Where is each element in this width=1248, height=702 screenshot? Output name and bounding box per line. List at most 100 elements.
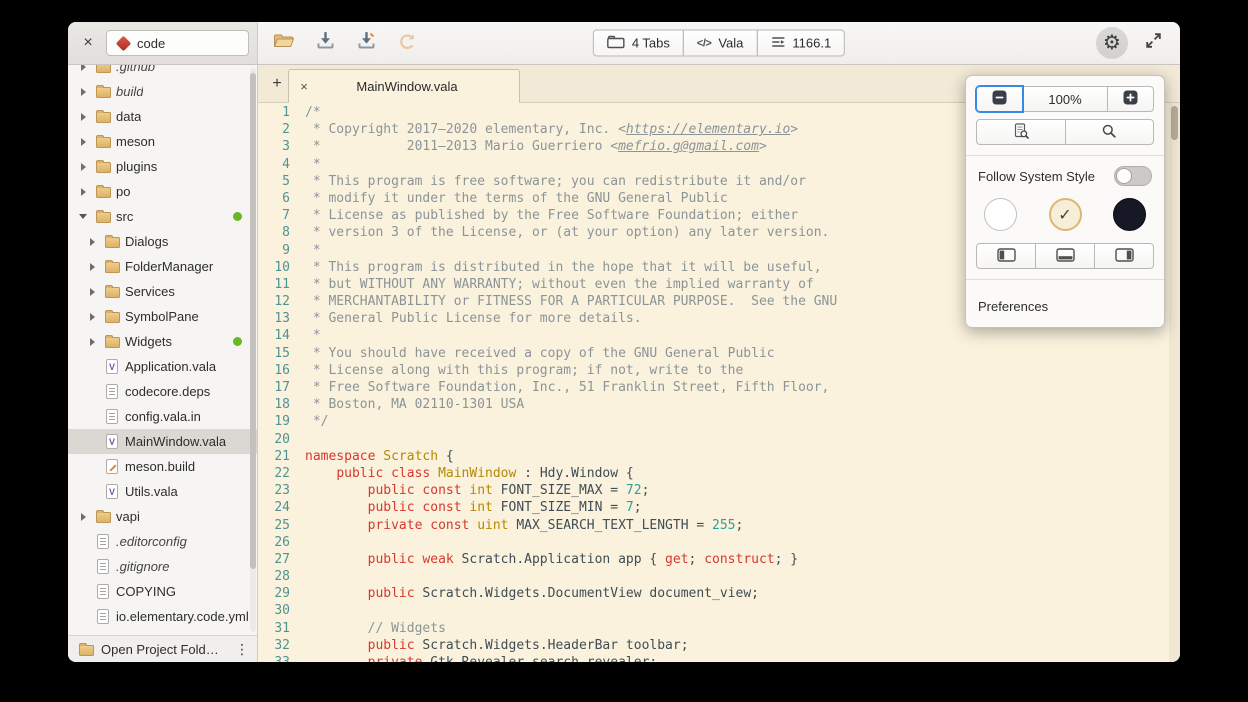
tree-item-copying[interactable]: COPYING	[68, 579, 257, 604]
tree-item-build[interactable]: build	[68, 79, 257, 104]
code-line[interactable]: 15 * You should have received a copy of …	[258, 345, 1180, 362]
toggle-sidebar-left-button[interactable]	[976, 243, 1036, 269]
toggle-sidebar-right-button[interactable]	[1094, 243, 1154, 269]
tree-item-meson-build[interactable]: meson.build	[68, 454, 257, 479]
tab-close-button[interactable]: ×	[295, 79, 313, 94]
tree-item-foldermanager[interactable]: FolderManager	[68, 254, 257, 279]
zoom-out-button[interactable]	[976, 86, 1023, 112]
disclosure-right-icon[interactable]	[85, 338, 99, 346]
code-line[interactable]: 21namespace Scratch {	[258, 448, 1180, 465]
disclosure-right-icon[interactable]	[76, 188, 90, 196]
disclosure-right-icon[interactable]	[85, 238, 99, 246]
disclosure-right-icon[interactable]	[85, 288, 99, 296]
tree-item-utils-vala[interactable]: Utils.vala	[68, 479, 257, 504]
preferences-button[interactable]: Preferences	[976, 290, 1154, 317]
code-line[interactable]: 25 private const uint MAX_SEARCH_TEXT_LE…	[258, 517, 1180, 534]
line-number: 30	[258, 602, 290, 619]
zoom-in-button[interactable]	[1107, 86, 1154, 112]
tree-item-gitignore[interactable]: .gitignore	[68, 554, 257, 579]
code-line[interactable]: 28	[258, 568, 1180, 585]
zoom-controls: 100%	[976, 86, 1154, 112]
style-light-button[interactable]	[984, 198, 1017, 231]
tree-item-codecore-deps[interactable]: codecore.deps	[68, 379, 257, 404]
sidebar-scrollbar-thumb[interactable]	[250, 73, 256, 569]
line-number: 25	[258, 517, 290, 534]
code-text: * This program is free software; you can…	[305, 173, 806, 190]
editor-scrollbar-thumb[interactable]	[1171, 106, 1178, 140]
open-project-folder-button[interactable]: Open Project Folder… ⋮	[68, 635, 257, 662]
disclosure-right-icon[interactable]	[85, 313, 99, 321]
global-search-button[interactable]	[1065, 119, 1155, 145]
code-line[interactable]: 26	[258, 534, 1180, 551]
follow-system-style-switch[interactable]	[1114, 166, 1152, 186]
tree-item-meson[interactable]: meson	[68, 129, 257, 154]
fullscreen-button[interactable]	[1140, 30, 1166, 56]
code-text: * Free Software Foundation, Inc., 51 Fra…	[305, 379, 829, 396]
tree-item-github[interactable]: .github	[68, 65, 257, 79]
disclosure-right-icon[interactable]	[76, 138, 90, 146]
project-menu-button[interactable]: ⋮	[233, 641, 251, 658]
zoom-level-button[interactable]: 100%	[1022, 86, 1108, 112]
sidebar-scrollbar[interactable]	[250, 68, 256, 632]
disclosure-down-icon[interactable]	[76, 214, 90, 219]
code-line[interactable]: 22 public class MainWindow : Hdy.Window …	[258, 465, 1180, 482]
code-line[interactable]: 14 *	[258, 327, 1180, 344]
code-line[interactable]: 19 */	[258, 413, 1180, 430]
find-in-page-button[interactable]	[976, 119, 1066, 145]
tree-item-mainwindow-vala[interactable]: MainWindow.vala	[68, 429, 257, 454]
code-line[interactable]: 29 public Scratch.Widgets.DocumentView d…	[258, 585, 1180, 602]
tree-item-widgets[interactable]: Widgets	[68, 329, 257, 354]
code-line[interactable]: 30	[258, 602, 1180, 619]
tabs-overview-button[interactable]: 4 Tabs	[593, 30, 684, 57]
style-dark-button[interactable]	[1113, 198, 1146, 231]
save-button[interactable]	[312, 30, 338, 56]
tree-item-services[interactable]: Services	[68, 279, 257, 304]
tab-mainwindow-vala[interactable]: × MainWindow.vala	[288, 69, 520, 103]
code-line[interactable]: 18 * Boston, MA 02110-1301 USA	[258, 396, 1180, 413]
folder-icon	[95, 184, 111, 200]
code-text: */	[305, 413, 328, 430]
revert-button[interactable]	[394, 30, 420, 56]
code-line[interactable]: 33 private Gtk.Revealer search_revealer;	[258, 654, 1180, 662]
tree-item-io-elementary-code-yml[interactable]: io.elementary.code.yml	[68, 604, 257, 629]
language-button[interactable]: </> Vala	[683, 30, 757, 57]
code-line[interactable]: 17 * Free Software Foundation, Inc., 51 …	[258, 379, 1180, 396]
tree-item-src[interactable]: src	[68, 204, 257, 229]
tree-item-vapi[interactable]: vapi	[68, 504, 257, 529]
toggle-bottom-panel-button[interactable]	[1035, 243, 1095, 269]
tree-item-config-vala-in[interactable]: config.vala.in	[68, 404, 257, 429]
code-line[interactable]: 16 * License along with this program; if…	[258, 362, 1180, 379]
disclosure-right-icon[interactable]	[76, 513, 90, 521]
disclosure-right-icon[interactable]	[76, 88, 90, 96]
code-line[interactable]: 27 public weak Scratch.Application app {…	[258, 551, 1180, 568]
code-line[interactable]: 23 public const int FONT_SIZE_MAX = 72;	[258, 482, 1180, 499]
tree-item-dialogs[interactable]: Dialogs	[68, 229, 257, 254]
disclosure-right-icon[interactable]	[76, 65, 90, 71]
tree-item-data[interactable]: data	[68, 104, 257, 129]
window-close-button[interactable]: ×	[78, 33, 98, 53]
settings-button[interactable]: ⚙	[1096, 27, 1128, 59]
tree-item-po[interactable]: po	[68, 179, 257, 204]
code-text: * modify it under the terms of the GNU G…	[305, 190, 728, 207]
tree-item-plugins[interactable]: plugins	[68, 154, 257, 179]
project-chooser-button[interactable]: code	[106, 30, 249, 56]
disclosure-right-icon[interactable]	[76, 113, 90, 121]
code-line[interactable]: 20	[258, 431, 1180, 448]
editor-scrollbar[interactable]	[1169, 103, 1180, 662]
code-line[interactable]: 24 public const int FONT_SIZE_MIN = 7;	[258, 499, 1180, 516]
open-file-button[interactable]	[271, 30, 297, 56]
disclosure-right-icon[interactable]	[85, 263, 99, 271]
style-sand-button[interactable]: ✓	[1049, 198, 1082, 231]
line-number: 24	[258, 499, 290, 516]
disclosure-right-icon[interactable]	[76, 163, 90, 171]
tree-item-editorconfig[interactable]: .editorconfig	[68, 529, 257, 554]
line-number: 19	[258, 413, 290, 430]
tabs-count-label: 4 Tabs	[632, 36, 670, 51]
code-line[interactable]: 31 // Widgets	[258, 620, 1180, 637]
save-as-button[interactable]	[353, 30, 379, 56]
code-line[interactable]: 32 public Scratch.Widgets.HeaderBar tool…	[258, 637, 1180, 654]
new-tab-button[interactable]: +	[267, 74, 287, 94]
tree-item-application-vala[interactable]: Application.vala	[68, 354, 257, 379]
goto-line-button[interactable]: 1166.1	[756, 30, 845, 57]
tree-item-symbolpane[interactable]: SymbolPane	[68, 304, 257, 329]
